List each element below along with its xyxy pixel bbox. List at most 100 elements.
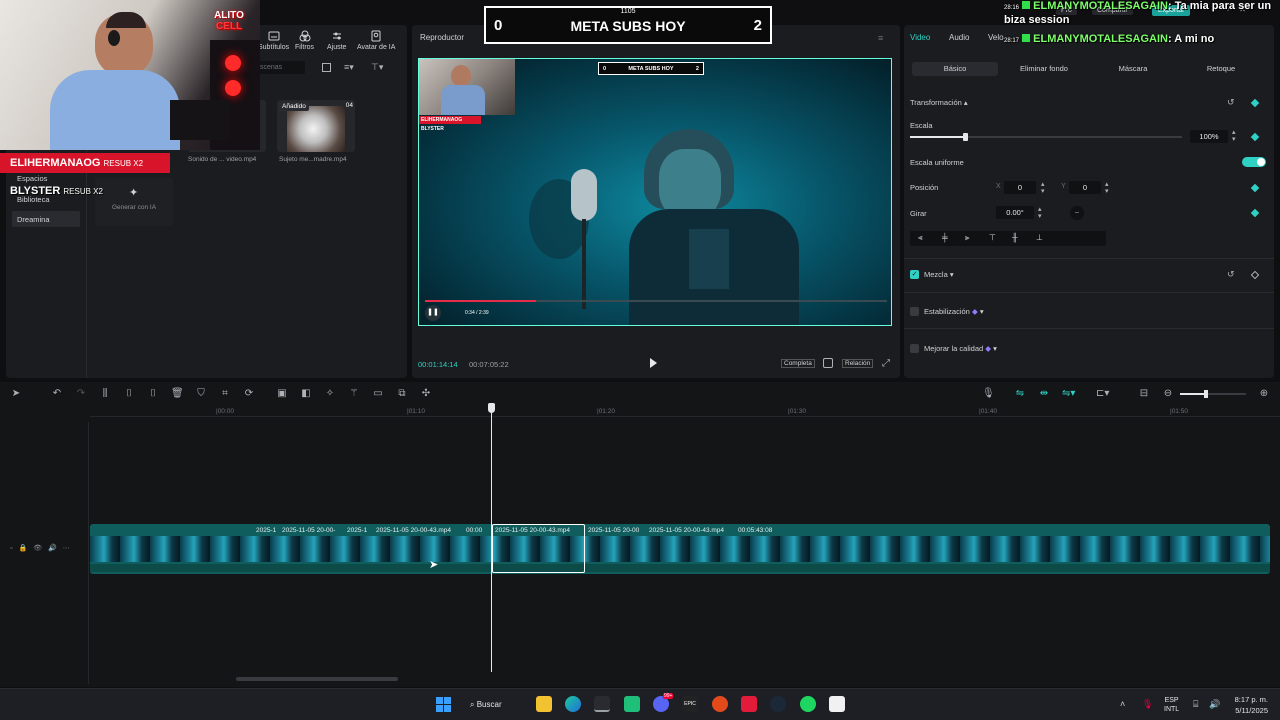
play-button[interactable] — [650, 358, 657, 368]
split-left-icon[interactable]: ⌷ — [123, 388, 135, 400]
undo-icon[interactable]: ↶ — [51, 388, 63, 400]
scale-slider-handle[interactable] — [963, 133, 968, 141]
preview-video[interactable]: ELIHERMANAOG BLYSTER 0 META SUBS HOY 2 0… — [418, 58, 892, 326]
subtab-basic[interactable]: Básico — [912, 62, 998, 76]
steam-icon[interactable] — [770, 696, 786, 712]
preview-axis-icon[interactable]: ⊏▾ — [1096, 388, 1109, 400]
rotate-dial-icon[interactable]: – — [1070, 206, 1084, 220]
delete-icon[interactable]: 🗑 — [171, 388, 184, 400]
tab-speed[interactable]: Velo — [988, 33, 1004, 42]
tab-video[interactable]: Video — [910, 33, 930, 42]
caption-track-icon[interactable]: ⊟ — [1138, 388, 1150, 400]
chain-icon[interactable]: ⇋▾ — [1062, 388, 1075, 400]
microphone-icon[interactable]: 🎙 — [982, 388, 995, 400]
caption-icon[interactable]: ▭ — [372, 388, 384, 400]
language-indicator[interactable]: ESP INTL — [1164, 696, 1179, 714]
file-explorer-icon[interactable] — [536, 696, 552, 712]
nav-item-dreamina[interactable]: Dreamina — [12, 211, 80, 227]
windows-start-icon[interactable] — [436, 697, 451, 712]
align-center-icon[interactable]: ╪ — [942, 233, 948, 242]
horizontal-scrollbar[interactable] — [236, 677, 398, 681]
scale-stepper[interactable]: ▴ ▾ — [1232, 129, 1236, 143]
stabilization-label[interactable]: Estabilización ◆ ▾ — [924, 307, 984, 316]
media-search-input[interactable]: scenas — [255, 61, 305, 74]
auto-reframe-icon[interactable]: ✣ — [420, 388, 432, 400]
mic-tray-icon[interactable]: 🎙 — [1142, 699, 1153, 710]
sort-icon[interactable]: ≡▾ — [344, 62, 354, 73]
tool-subtitles[interactable]: Subtítulos — [258, 30, 289, 51]
taskbar-search[interactable]: ⌕ Buscar — [470, 697, 526, 712]
reset-icon[interactable]: ↺ — [1227, 269, 1235, 280]
tool-adjust[interactable]: Ajuste — [327, 30, 346, 51]
capcut-icon[interactable] — [594, 696, 610, 712]
rotate-stepper[interactable]: ▴ ▾ — [1038, 206, 1042, 220]
timeline-ruler[interactable] — [90, 405, 1280, 417]
align-right-icon[interactable]: ⫸ — [965, 233, 970, 243]
fullscreen-icon[interactable]: ⤢ — [882, 358, 890, 369]
freeze-icon[interactable]: ▣ — [276, 388, 288, 400]
generate-ai-card[interactable]: ✦ Generar con IA — [95, 178, 173, 226]
screenshot-icon[interactable] — [823, 358, 833, 368]
epic-games-icon[interactable]: EPIC — [682, 696, 698, 712]
magnet-icon[interactable]: ⇹ — [1038, 388, 1050, 400]
magic-wand-icon[interactable]: ⚚ — [348, 388, 360, 400]
pos-y-input[interactable]: 0 — [1069, 181, 1101, 194]
select-tool-icon[interactable]: ➤ — [10, 388, 22, 400]
spotify-icon[interactable] — [800, 696, 816, 712]
subtab-retouch[interactable]: Retoque — [1180, 62, 1262, 76]
subtab-mask[interactable]: Máscara — [1092, 62, 1174, 76]
playhead-handle[interactable] — [488, 403, 495, 413]
align-middle-icon[interactable]: ╫ — [1012, 233, 1018, 242]
tool-ai-avatar[interactable]: Avatar de IA — [357, 30, 395, 51]
redo-icon[interactable]: ↷ — [75, 388, 87, 400]
zoom-in-icon[interactable]: ⊕ — [1258, 388, 1270, 400]
scale-value[interactable]: 100% — [1190, 130, 1228, 143]
capcut-secondary-icon[interactable] — [829, 696, 845, 712]
shield-icon[interactable]: ⛉ — [195, 388, 207, 400]
clock[interactable]: 8:17 p. m. 5/11/2025 — [1228, 694, 1268, 716]
uniform-scale-toggle[interactable] — [1242, 157, 1266, 167]
tab-audio[interactable]: Audio — [949, 33, 969, 42]
tray-chevron-icon[interactable]: ˄ — [1120, 699, 1125, 709]
pos-x-input[interactable]: 0 — [1004, 181, 1036, 194]
ratio-button[interactable]: Relación — [842, 359, 874, 368]
blend-label[interactable]: Mezcla ▾ — [924, 270, 954, 279]
quality-label[interactable]: Mejorar la calidad ◆ ▾ — [924, 344, 997, 353]
transform-header[interactable]: Transformación ▴ — [910, 98, 968, 107]
network-icon[interactable]: ⌸ — [1193, 699, 1198, 710]
app-orange-icon[interactable] — [712, 696, 728, 712]
ai-magic-icon[interactable]: ✧ — [324, 388, 336, 400]
grid-view-icon[interactable] — [322, 63, 331, 72]
full-quality-button[interactable]: Completa — [781, 359, 815, 368]
app-red-icon[interactable] — [741, 696, 757, 712]
track-controls[interactable]: ▫🔒👁🔊⋯ — [10, 544, 76, 552]
scale-slider[interactable] — [910, 133, 1182, 141]
volume-icon[interactable]: 🔊 — [1209, 699, 1220, 710]
reset-icon[interactable]: ↺ — [1227, 97, 1235, 108]
tool-filters[interactable]: Filtros — [295, 30, 314, 51]
export-frame-icon[interactable]: ⧉ — [396, 388, 408, 400]
preview-menu-icon[interactable]: ≡ — [878, 33, 883, 43]
split-icon[interactable]: ⫼ — [99, 388, 111, 400]
app-green-icon[interactable] — [624, 696, 640, 712]
playhead[interactable] — [491, 404, 492, 672]
crop-icon[interactable]: ⌗ — [219, 388, 231, 400]
pos-y-stepper[interactable]: ▴ ▾ — [1105, 181, 1109, 195]
pause-icon[interactable]: ❚❚ — [425, 305, 441, 321]
edge-icon[interactable] — [565, 696, 581, 712]
quality-checkbox[interactable] — [910, 344, 919, 353]
align-left-icon[interactable]: ⫷ — [918, 233, 923, 243]
rotate-input[interactable]: 0.00° — [996, 206, 1034, 219]
speed-icon[interactable]: ⟳ — [243, 388, 255, 400]
media-thumb-subject[interactable]: Añadido 04 — [277, 100, 355, 152]
pos-x-stepper[interactable]: ▴ ▾ — [1041, 181, 1045, 195]
stabilization-checkbox[interactable] — [910, 307, 919, 316]
blend-checkbox[interactable]: ✓ — [910, 270, 919, 279]
subtab-remove-bg[interactable]: Eliminar fondo — [1003, 62, 1085, 76]
filter-icon[interactable]: ⊤▾ — [371, 62, 383, 73]
zoom-out-icon[interactable]: ⊖ — [1162, 388, 1174, 400]
align-top-icon[interactable]: ⊤ — [989, 233, 996, 242]
link-icon[interactable]: ⇋ — [1014, 388, 1026, 400]
align-bottom-icon[interactable]: ⊥ — [1036, 233, 1043, 242]
zoom-slider[interactable] — [1180, 390, 1246, 398]
